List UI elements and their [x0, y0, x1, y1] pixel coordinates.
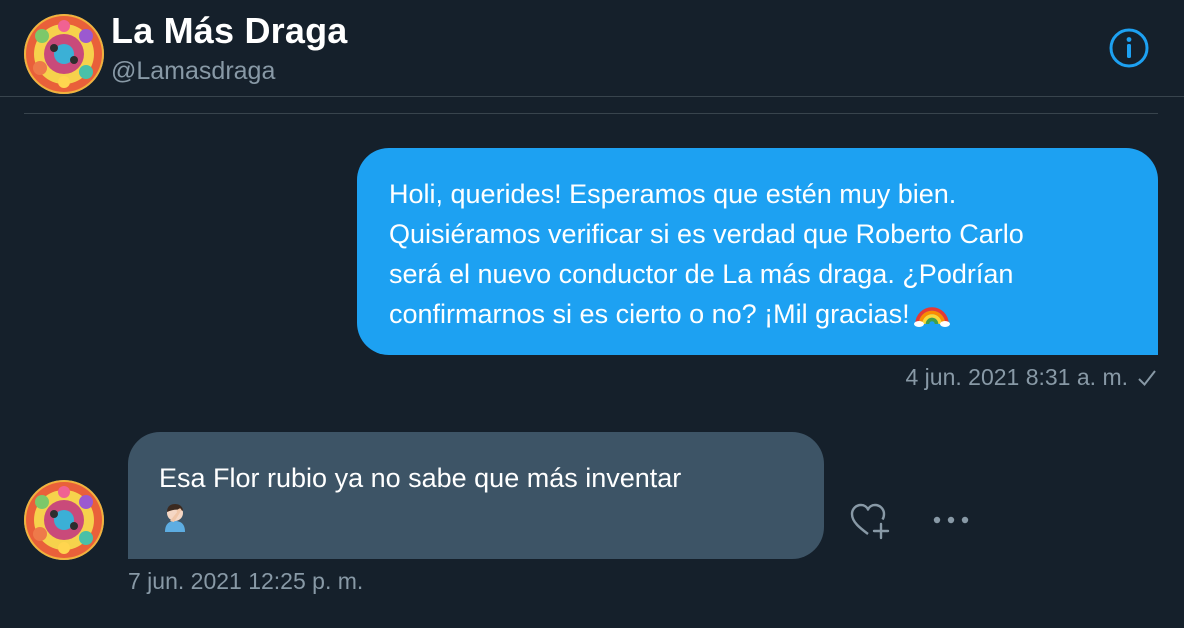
rainbow-icon [913, 297, 950, 327]
message-timestamp: 4 jun. 2021 8:31 a. m. [905, 364, 1129, 390]
sent-message-meta: 4 jun. 2021 8:31 a. m. [906, 364, 1159, 391]
page-title: La Más Draga [111, 10, 348, 51]
message-text-line: Holi, querides! Esperamos que estén muy … [389, 179, 957, 209]
sender-avatar[interactable] [24, 480, 104, 560]
person-facepalming-icon [159, 500, 191, 532]
add-reaction-icon[interactable] [848, 499, 892, 543]
checkmark-icon [1136, 367, 1158, 389]
user-handle: @Lamasdraga [111, 57, 276, 85]
message-text-line-last: confirmarnos si es cierto o no? ¡Mil gra… [389, 294, 1128, 334]
conversation-header: La Más Draga @Lamasdraga [0, 0, 1184, 97]
message-timestamp: 7 jun. 2021 12:25 p. m. [128, 568, 364, 594]
info-icon[interactable] [1108, 27, 1150, 69]
avatar[interactable] [24, 14, 104, 94]
received-message-bubble[interactable]: Esa Flor rubio ya no sabe que más invent… [128, 432, 824, 559]
avatar-image [24, 14, 104, 94]
message-text: confirmarnos si es cierto o no? ¡Mil gra… [389, 299, 910, 329]
message-text-line: Quisiéramos verificar si es verdad que R… [389, 219, 1024, 249]
more-options-icon[interactable] [930, 505, 972, 535]
divider [24, 113, 1158, 114]
message-text-line: será el nuevo conductor de La más draga.… [389, 259, 1014, 289]
message-text: Esa Flor rubio ya no sabe que más invent… [159, 463, 682, 493]
sent-message-bubble[interactable]: Holi, querides! Esperamos que estén muy … [357, 148, 1158, 355]
avatar-image [24, 480, 104, 560]
dm-conversation-page: La Más Draga @Lamasdraga Holi, querides!… [0, 0, 1184, 628]
